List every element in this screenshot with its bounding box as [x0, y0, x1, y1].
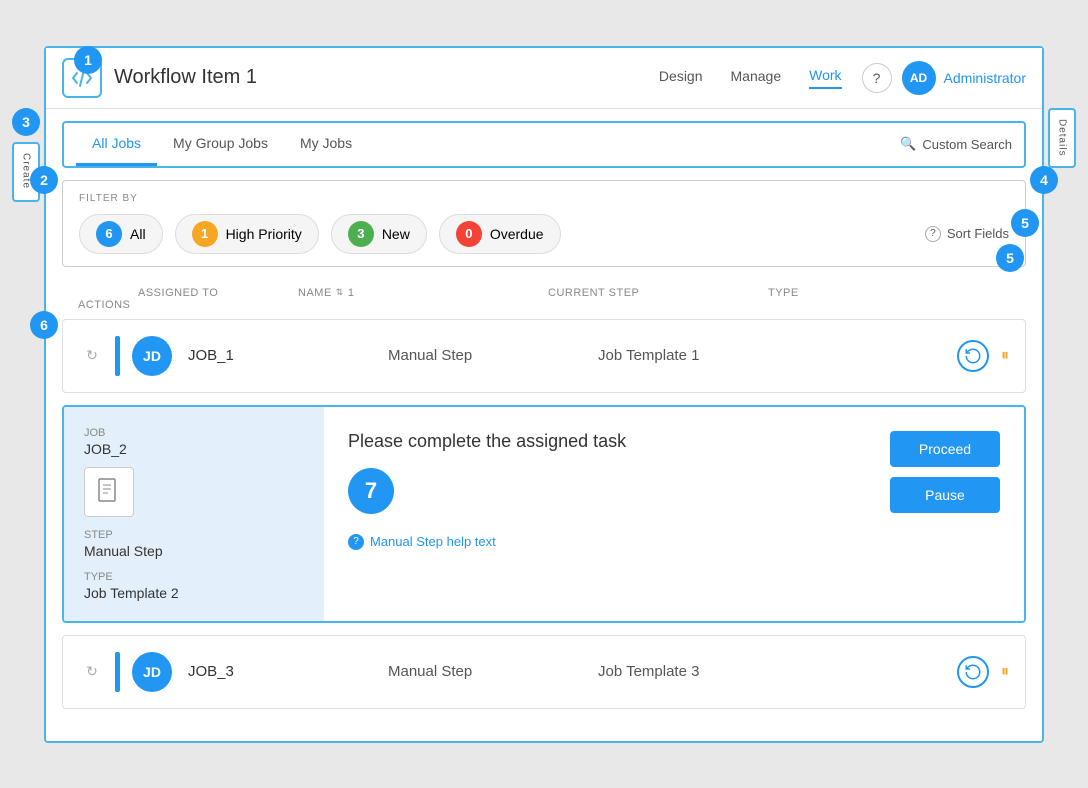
step-7-badge-container: 7 [348, 468, 874, 514]
filter-new-badge: 3 [348, 221, 374, 247]
filter-section: FILTER BY 6 All 1 High Priority 3 New [62, 180, 1026, 267]
pause-button[interactable]: Pause [890, 477, 1000, 513]
job-expanded-left: JOB JOB_2 STEP Manual Step TYPE Job Temp… [64, 407, 324, 621]
filter-overdue-label: Overdue [490, 226, 544, 242]
help-text-content: Manual Step help text [370, 534, 496, 549]
sidebar-right: Details [1046, 108, 1078, 168]
step-doc-icon [84, 467, 134, 517]
task-title: Please complete the assigned task [348, 431, 874, 452]
job-row-2-expanded: JOB JOB_2 STEP Manual Step TYPE Job Temp… [62, 405, 1026, 623]
step-badge-4: 4 [1030, 166, 1058, 194]
expanded-actions: Proceed Pause [890, 431, 1000, 513]
details-button[interactable]: Details [1048, 108, 1076, 168]
restart-icon-3[interactable] [957, 656, 989, 688]
search-icon: 🔍 [900, 136, 916, 152]
job-value: JOB_2 [84, 441, 304, 457]
col-assigned-to [78, 287, 138, 299]
job-avatar-1: JD [132, 336, 172, 376]
step-badge-1: 1 [74, 46, 102, 74]
sort-fields-label: Sort Fields [947, 226, 1009, 241]
tabs-container: All Jobs My Group Jobs My Jobs 🔍 Custom … [62, 121, 1026, 168]
job-row-3: ↻ JD JOB_3 Manual Step Job Template 3 ⏸ [62, 635, 1026, 709]
page-title: Workflow Item 1 [114, 66, 659, 89]
sort-help-icon: ? [925, 226, 941, 242]
step-badge-6: 6 [30, 311, 58, 339]
nav-design[interactable]: Design [659, 68, 703, 88]
filter-buttons: 6 All 1 High Priority 3 New 0 Overdue [79, 214, 1009, 254]
refresh-icon-1[interactable]: ↻ [79, 343, 105, 369]
help-text: ? Manual Step help text [348, 534, 874, 550]
step-value: Manual Step [84, 543, 304, 559]
filter-new-label: New [382, 226, 410, 242]
username[interactable]: Administrator [944, 70, 1026, 86]
help-icon[interactable]: ? [862, 63, 892, 93]
job-left-bar-1 [115, 336, 120, 376]
job-actions-1: ⏸ [909, 340, 1009, 372]
custom-search[interactable]: 🔍 Custom Search [900, 136, 1012, 152]
help-circle-icon: ? [348, 534, 364, 550]
avatar: AD [902, 61, 936, 95]
step-badge-5-filter: 5 [1011, 209, 1039, 237]
job-type-1: Job Template 1 [598, 347, 909, 364]
filter-priority-label: High Priority [226, 226, 302, 242]
tab-my-jobs[interactable]: My Jobs [284, 123, 368, 166]
job-avatar-3: JD [132, 652, 172, 692]
filter-all[interactable]: 6 All [79, 214, 163, 254]
main-container: 3 Create Details Workflow Item 1 Design … [44, 46, 1044, 743]
job-label: JOB [84, 427, 304, 439]
header: Workflow Item 1 Design Manage Work ? AD … [46, 48, 1042, 109]
tab-all-jobs[interactable]: All Jobs [76, 123, 157, 166]
filter-all-label: All [130, 226, 146, 242]
job-step-3: Manual Step [388, 663, 598, 680]
filter-overdue-badge: 0 [456, 221, 482, 247]
job-left-bar-3 [115, 652, 120, 692]
col-assigned-to-label: ASSIGNED TO [138, 287, 298, 299]
type-label: TYPE [84, 571, 304, 583]
step-badge-7: 7 [348, 468, 394, 514]
type-value: Job Template 2 [84, 585, 304, 601]
step-label: STEP [84, 529, 304, 541]
job-expanded-right: Please complete the assigned task 7 ? Ma… [324, 407, 1024, 621]
job-actions-3: ⏸ [909, 656, 1009, 688]
pause-icon-3[interactable]: ⏸ [1001, 663, 1009, 681]
filter-priority-badge: 1 [192, 221, 218, 247]
table-header: ASSIGNED TO NAME ⇅ 1 CURRENT STEP TYPE A… [62, 279, 1026, 319]
nav-manage[interactable]: Manage [731, 68, 782, 88]
tab-my-group-jobs[interactable]: My Group Jobs [157, 123, 284, 166]
refresh-icon-3[interactable]: ↻ [79, 659, 105, 685]
col-actions: ACTIONS [78, 299, 138, 311]
job-name-3[interactable]: JOB_3 [188, 663, 388, 680]
step-badge-5: 5 [996, 244, 1024, 272]
restart-icon-1[interactable] [957, 340, 989, 372]
filter-new[interactable]: 3 New [331, 214, 427, 254]
job-step-1: Manual Step [388, 347, 598, 364]
step-badge-3: 3 [12, 108, 40, 136]
job-name-1[interactable]: JOB_1 [188, 347, 388, 364]
custom-search-label: Custom Search [922, 137, 1012, 152]
main-content: All Jobs My Group Jobs My Jobs 🔍 Custom … [46, 121, 1042, 741]
filter-overdue[interactable]: 0 Overdue [439, 214, 561, 254]
header-nav: Design Manage Work [659, 67, 842, 89]
filter-high-priority[interactable]: 1 High Priority [175, 214, 319, 254]
pause-icon-1[interactable]: ⏸ [1001, 347, 1009, 365]
step-badge-2: 2 [30, 166, 58, 194]
col-current-step: CURRENT STEP [548, 287, 768, 299]
proceed-button[interactable]: Proceed [890, 431, 1000, 467]
nav-work[interactable]: Work [809, 67, 841, 89]
col-name[interactable]: NAME ⇅ 1 [298, 287, 548, 299]
sort-icon: ⇅ [336, 287, 344, 298]
job-type-3: Job Template 3 [598, 663, 909, 680]
filter-label: FILTER BY [79, 193, 1009, 204]
job-row-1: ↻ JD JOB_1 Manual Step Job Template 1 ⏸ [62, 319, 1026, 393]
col-type: TYPE [768, 287, 1010, 299]
filter-all-badge: 6 [96, 221, 122, 247]
sort-fields[interactable]: ? Sort Fields [925, 226, 1009, 242]
